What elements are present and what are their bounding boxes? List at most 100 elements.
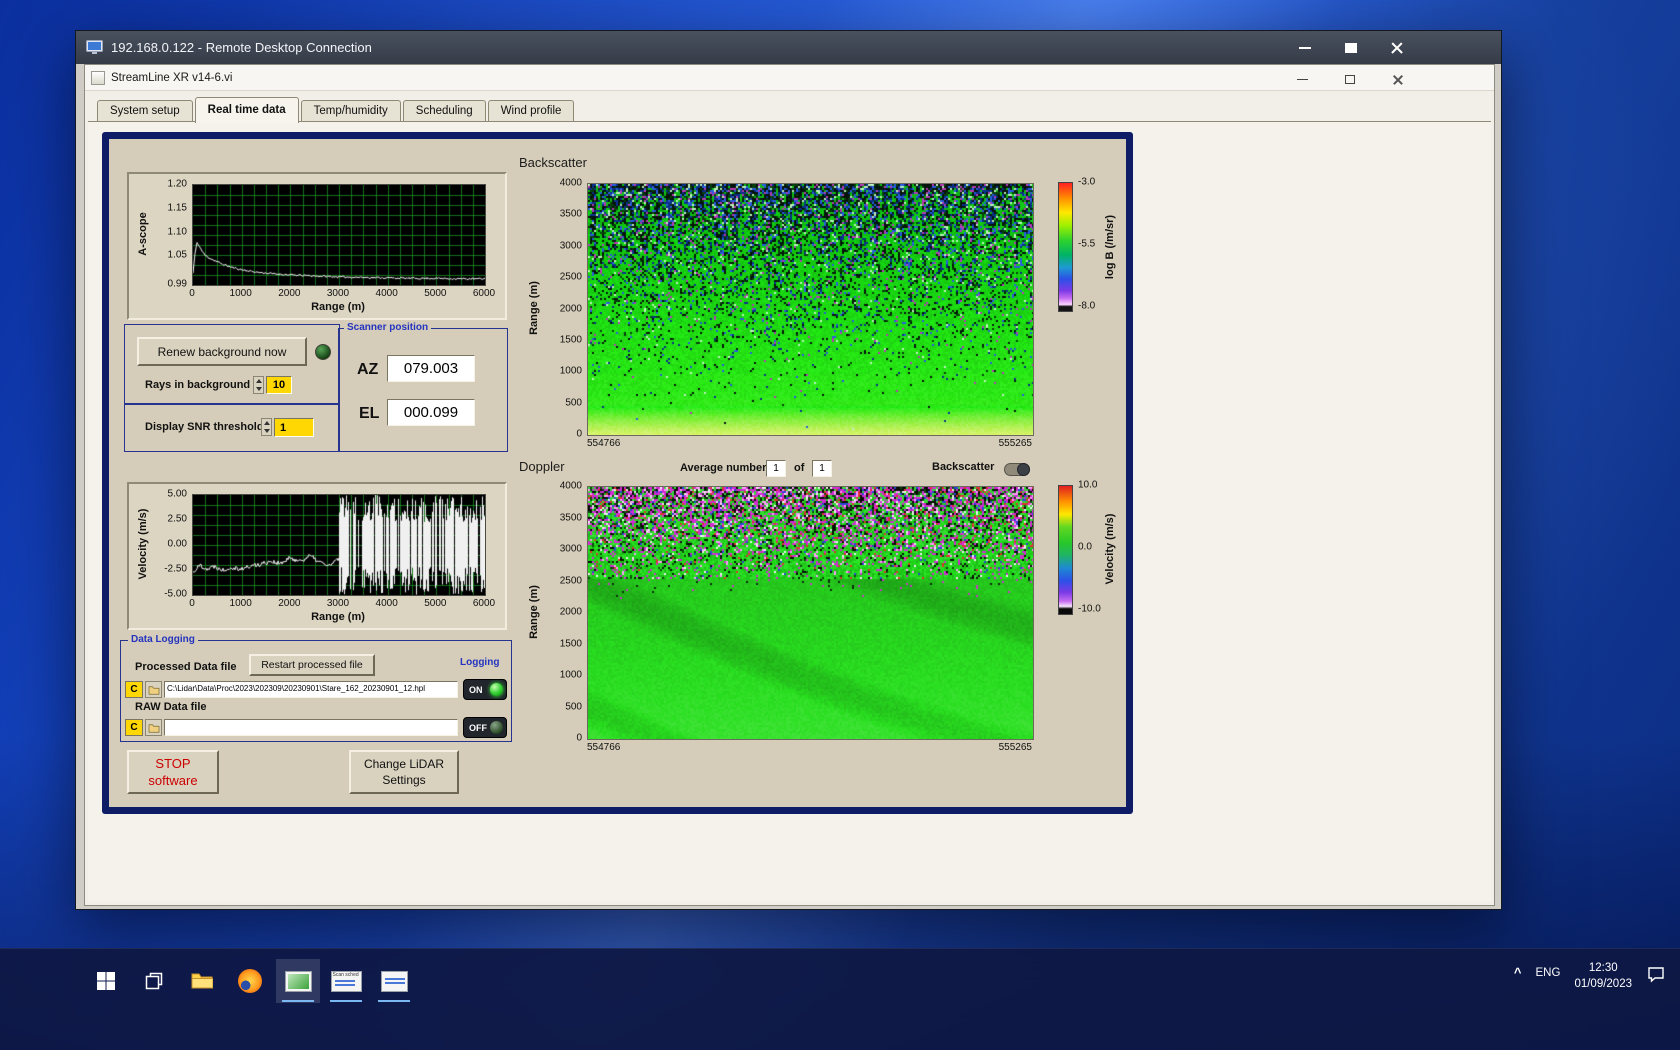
tick-label: 0: [189, 288, 195, 299]
backscatter-colorbar: [1058, 182, 1073, 312]
app-window-title: StreamLine XR v14-6.vi: [111, 72, 232, 84]
scanner-position-box: AZ 079.003 EL 000.099: [338, 328, 508, 452]
increment-icon: [264, 421, 270, 425]
tick-label: 0: [576, 429, 582, 440]
increment-icon: [256, 379, 262, 383]
maximize-icon: [1345, 43, 1357, 53]
task-view-button[interactable]: [132, 959, 176, 1003]
window-content-lines-icon: [385, 978, 405, 980]
doppler-y-axis-label: Range (m): [528, 585, 540, 639]
app-minimize-button[interactable]: [1286, 68, 1318, 91]
scan-scheduler-window-icon: Scan sched: [331, 971, 362, 992]
backscatter-doppler-switch[interactable]: [1004, 463, 1030, 476]
rdp-window: 192.168.0.122 - Remote Desktop Connectio…: [75, 30, 1502, 910]
desktop-wallpaper: 192.168.0.122 - Remote Desktop Connectio…: [0, 0, 1680, 1050]
el-label: EL: [359, 405, 379, 423]
restart-processed-file-button[interactable]: Restart processed file: [249, 654, 375, 676]
tick-label: 2000: [278, 598, 300, 609]
snr-spinner[interactable]: [261, 418, 272, 436]
tab-system-setup[interactable]: System setup: [97, 100, 193, 122]
app-window-icon: [381, 971, 408, 992]
language-indicator[interactable]: ENG: [1536, 957, 1561, 979]
tab-scheduling[interactable]: Scheduling: [403, 100, 486, 122]
doppler-y-ticks: 40003500300025002000150010005000: [542, 486, 584, 738]
hidden-icons-chevron[interactable]: ^: [1514, 957, 1522, 980]
windows-logo-icon: [96, 971, 116, 991]
tick-label: 2000: [278, 288, 300, 299]
tick-label: 5000: [424, 288, 446, 299]
el-value-field[interactable]: 000.099: [387, 399, 475, 426]
processed-drive-selector[interactable]: C: [125, 681, 143, 698]
snr-threshold-field[interactable]: 1: [274, 418, 314, 437]
tick-label: 3500: [560, 512, 582, 523]
raw-browse-button[interactable]: [145, 719, 162, 736]
start-button[interactable]: [84, 959, 128, 1003]
backscatter-colorbar-ticks: -3.0-5.5-8.0: [1076, 182, 1106, 306]
renew-background-button[interactable]: Renew background now: [137, 337, 307, 366]
tab-real-time-data[interactable]: Real time data: [195, 97, 299, 123]
ascope-y-ticks: 1.201.151.101.050.99: [149, 184, 189, 284]
app-titlebar[interactable]: StreamLine XR v14-6.vi: [85, 65, 1494, 91]
rdp-taskbar-button[interactable]: [276, 959, 320, 1003]
tick-label: 1000: [230, 598, 252, 609]
tick-label: 10.0: [1078, 480, 1097, 491]
raw-data-file-label: RAW Data file: [135, 701, 207, 713]
decrement-icon: [264, 429, 270, 433]
tick-label: 500: [565, 701, 582, 712]
app-close-button[interactable]: [1382, 68, 1414, 91]
tick-label: 4000: [560, 178, 582, 189]
rdp-minimize-button[interactable]: [1289, 36, 1321, 59]
tick-label: -3.0: [1078, 177, 1095, 188]
tick-label: 2000: [560, 607, 582, 618]
tick-label: 5000: [424, 598, 446, 609]
scan-scheduler-taskbar-button[interactable]: Scan sched: [324, 959, 368, 1003]
doppler-colorbar: [1058, 485, 1073, 615]
tick-label: 1.05: [168, 250, 187, 261]
average-number-field[interactable]: 1: [766, 460, 786, 477]
tab-temp-humidity[interactable]: Temp/humidity: [301, 100, 401, 122]
raw-logging-toggle-off[interactable]: OFF: [463, 717, 507, 738]
rdp-titlebar[interactable]: 192.168.0.122 - Remote Desktop Connectio…: [76, 31, 1501, 64]
logging-off-led: [490, 721, 503, 734]
tick-label: 554766: [587, 742, 620, 753]
processed-browse-button[interactable]: [145, 681, 162, 698]
app-restore-button[interactable]: [1334, 68, 1366, 91]
processed-logging-toggle-on[interactable]: ON: [463, 679, 507, 700]
clock[interactable]: 12:30 01/09/2023: [1574, 957, 1632, 992]
rdp-close-button[interactable]: [1381, 36, 1413, 59]
rdp-maximize-button[interactable]: [1335, 36, 1367, 59]
tick-label: 3500: [560, 209, 582, 220]
system-tray: ^ ENG 12:30 01/09/2023: [1514, 957, 1666, 992]
az-value-field[interactable]: 079.003: [387, 355, 475, 382]
scanner-position-caption: Scanner position: [344, 322, 431, 333]
change-label-line2: Settings: [382, 772, 425, 788]
tick-label: -2.50: [164, 564, 187, 575]
tab-wind-profile[interactable]: Wind profile: [488, 100, 575, 122]
processed-data-file-path[interactable]: C:\Lidar\Data\Proc\2023\202309\20230901\…: [164, 681, 458, 698]
change-label-line1: Change LiDAR: [364, 756, 444, 772]
rays-spinner[interactable]: [253, 376, 264, 394]
firefox-button[interactable]: [228, 959, 272, 1003]
tick-label: 554766: [587, 438, 620, 449]
velocity-x-ticks: 0100020003000400050006000: [192, 598, 484, 610]
folder-icon: [148, 723, 160, 733]
backscatter-x-ticks: 554766555265: [587, 438, 1032, 450]
decrement-icon: [256, 387, 262, 391]
backscatter-heatmap-canvas: [587, 183, 1034, 436]
raw-drive-selector[interactable]: C: [125, 719, 143, 736]
rdp-app-icon: [285, 971, 312, 992]
stop-software-button[interactable]: STOP software: [127, 750, 219, 794]
app-window-taskbar-button[interactable]: [372, 959, 416, 1003]
rays-in-background-field[interactable]: 10: [266, 376, 292, 394]
app-window-controls: [1286, 68, 1414, 91]
backscatter-toggle-label: Backscatter: [932, 461, 994, 473]
display-snr-threshold-label: Display SNR threshold: [145, 421, 264, 433]
change-lidar-settings-button[interactable]: Change LiDAR Settings: [349, 750, 459, 794]
action-center-button[interactable]: [1646, 957, 1666, 989]
raw-data-file-path[interactable]: [164, 719, 458, 736]
average-total-field[interactable]: 1: [812, 460, 832, 477]
tick-label: 4000: [376, 288, 398, 299]
stop-label-line1: STOP: [155, 755, 190, 772]
rdp-window-controls: [1289, 36, 1413, 59]
file-explorer-button[interactable]: [180, 959, 224, 1003]
